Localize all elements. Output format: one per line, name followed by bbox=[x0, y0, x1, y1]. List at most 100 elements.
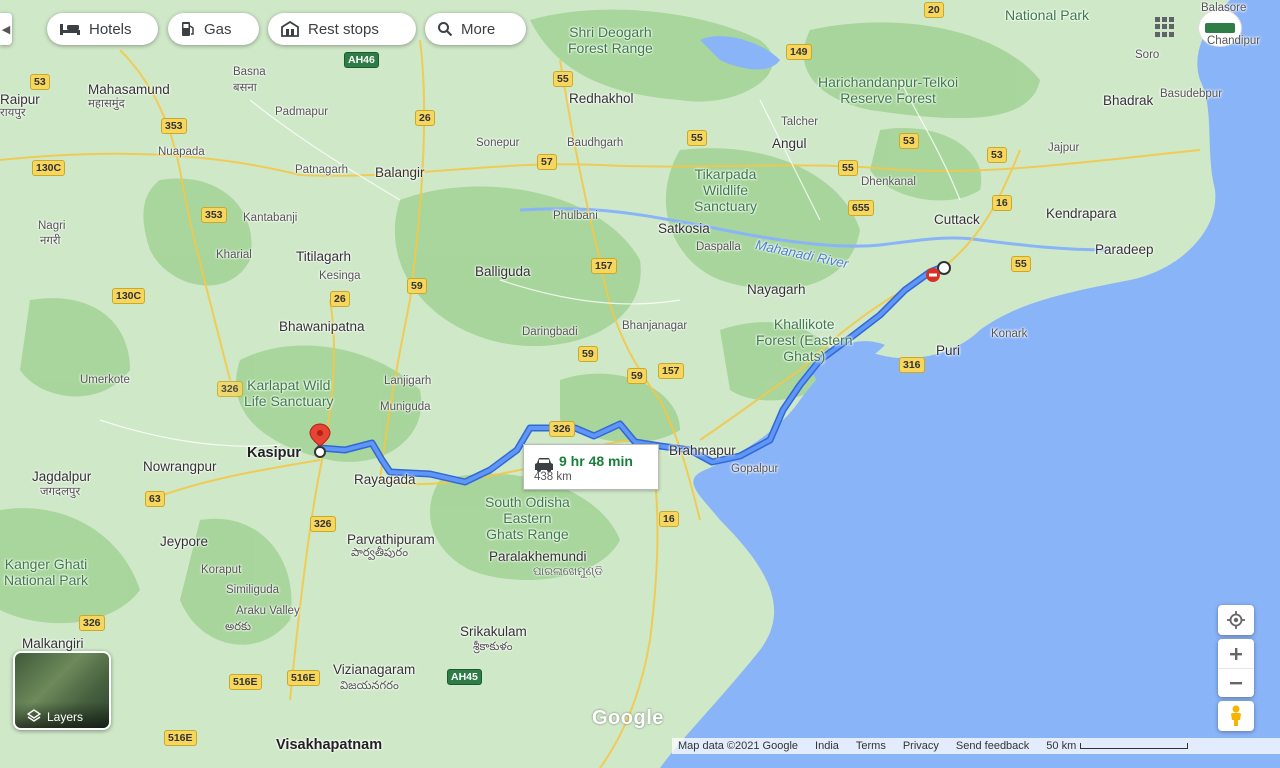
label-patnagarh: Patnagarh bbox=[295, 164, 349, 176]
layers-button[interactable]: Layers bbox=[13, 651, 111, 730]
route-info-card[interactable]: 9 hr 48 min 438 km bbox=[523, 444, 659, 490]
destination-marker[interactable] bbox=[937, 261, 951, 275]
hotels-chip[interactable]: Hotels bbox=[47, 13, 158, 45]
label-brahmapur: Brahmapur bbox=[669, 443, 736, 458]
search-icon bbox=[438, 22, 453, 37]
country-link[interactable]: India bbox=[815, 740, 839, 752]
label-vizianagaram: Vizianagaram bbox=[333, 662, 416, 677]
label-angul: Angul bbox=[772, 136, 807, 151]
label-daringbadi: Daringbadi bbox=[522, 326, 578, 338]
label-koraput: Koraput bbox=[201, 564, 242, 576]
highway-shield: 516E bbox=[229, 674, 262, 690]
label-jagdalpur: Jagdalpur bbox=[32, 469, 92, 484]
label-srikakulam-local: శ్రీకాకుళం bbox=[473, 641, 513, 653]
gas-chip[interactable]: Gas bbox=[168, 13, 259, 45]
terms-link[interactable]: Terms bbox=[856, 740, 886, 752]
highway-shield: AH45 bbox=[447, 669, 482, 685]
highway-shield: 516E bbox=[164, 730, 197, 746]
label-harichandanpur-forest: Harichandanpur-Telkoi Reserve Forest bbox=[818, 74, 959, 106]
hotels-chip-label: Hotels bbox=[89, 20, 132, 38]
highway-shield: 59 bbox=[578, 346, 598, 362]
route-distance: 438 km bbox=[534, 471, 572, 483]
highway-shield: 57 bbox=[537, 154, 557, 170]
scale-bar[interactable]: 50 km bbox=[1046, 740, 1189, 752]
scale-line bbox=[1080, 743, 1189, 749]
highway-shield: 16 bbox=[992, 195, 1012, 211]
layers-label: Layers bbox=[47, 710, 84, 724]
highway-shield: 26 bbox=[415, 110, 435, 126]
more-chip-label: More bbox=[461, 20, 496, 38]
map-canvas[interactable] bbox=[0, 0, 1280, 768]
label-shri-deogarh-forest: Shri Deogarh Forest Range bbox=[568, 24, 653, 56]
label-basudebpur: Basudebpur bbox=[1160, 88, 1223, 100]
highway-shield: 326 bbox=[310, 516, 336, 532]
collapse-panel-button[interactable]: ◀ bbox=[0, 13, 12, 45]
label-cuttack: Cuttack bbox=[934, 212, 980, 227]
rest-stop-icon bbox=[281, 21, 299, 37]
label-balangir: Balangir bbox=[375, 165, 425, 180]
label-bhanjanagar: Bhanjanagar bbox=[622, 320, 688, 332]
more-chip[interactable]: More bbox=[425, 13, 526, 45]
chevron-left-icon: ◀ bbox=[1, 23, 11, 36]
scale-label: 50 km bbox=[1046, 740, 1077, 752]
privacy-link[interactable]: Privacy bbox=[903, 740, 939, 752]
highway-shield: 53 bbox=[987, 147, 1007, 163]
highway-shield: 130C bbox=[112, 288, 146, 304]
label-dhenkanal: Dhenkanal bbox=[861, 176, 916, 188]
map-data-attribution: Map data ©2021 Google bbox=[678, 740, 799, 752]
highway-shield: 59 bbox=[407, 278, 427, 294]
label-baudhgarh: Baudhgarh bbox=[567, 137, 624, 149]
label-visakhapatnam: Visakhapatnam bbox=[276, 737, 383, 753]
label-muniguda: Muniguda bbox=[380, 401, 431, 413]
rest-stops-chip[interactable]: Rest stops bbox=[268, 13, 416, 45]
label-daspalla: Daspalla bbox=[696, 241, 741, 253]
route-duration: 9 hr 48 min bbox=[559, 453, 633, 469]
highway-shield: 149 bbox=[786, 44, 812, 60]
highway-shield: 353 bbox=[161, 118, 187, 134]
highway-shield: 157 bbox=[591, 258, 617, 274]
highway-shield: 63 bbox=[145, 491, 165, 507]
apps-grid-icon[interactable] bbox=[1155, 17, 1175, 37]
label-satkosia: Satkosia bbox=[658, 221, 710, 236]
gas-pump-icon bbox=[182, 22, 194, 36]
label-jeypore: Jeypore bbox=[160, 534, 209, 549]
street-view-button[interactable] bbox=[1218, 701, 1254, 731]
label-kantabanji: Kantabanji bbox=[243, 212, 298, 224]
label-paralakhemundi-local: ପାରଳାଖେମୁଣ୍ଡି bbox=[533, 566, 603, 578]
highway-shield: 326 bbox=[549, 421, 575, 437]
plus-icon bbox=[1230, 647, 1242, 660]
highway-shield: 59 bbox=[627, 368, 647, 384]
label-lanjigarh: Lanjigarh bbox=[384, 375, 432, 387]
label-nagri-local: नगरी bbox=[40, 235, 61, 247]
highway-shield: 26 bbox=[330, 291, 350, 307]
minus-icon bbox=[1230, 681, 1242, 684]
zoom-out-button[interactable] bbox=[1218, 669, 1254, 697]
bed-icon bbox=[60, 24, 80, 35]
label-kanger-ghati-park: Kanger Ghati National Park bbox=[4, 556, 89, 588]
label-titilagarh: Titilagarh bbox=[296, 249, 352, 264]
highway-shield: 55 bbox=[838, 160, 858, 176]
highway-shield: 55 bbox=[1011, 256, 1031, 272]
label-nuapada: Nuapada bbox=[158, 146, 205, 158]
highway-shield: 157 bbox=[658, 363, 684, 379]
label-vizianagaram-local: విజయనగరం bbox=[340, 680, 399, 692]
map-footer: Map data ©2021 Google India Terms Privac… bbox=[672, 738, 1280, 754]
label-nayagarh: Nayagarh bbox=[747, 282, 806, 297]
label-srikakulam: Srikakulam bbox=[460, 624, 527, 639]
label-kharial: Kharial bbox=[216, 249, 252, 261]
highway-shield: 316 bbox=[899, 357, 925, 373]
my-location-button[interactable] bbox=[1218, 605, 1254, 635]
layers-icon bbox=[27, 709, 41, 722]
label-nowrangpur: Nowrangpur bbox=[143, 459, 217, 474]
label-chandipur: Chandipur bbox=[1207, 35, 1261, 47]
highway-shield: 655 bbox=[848, 200, 874, 216]
label-araku-valley: Araku Valley bbox=[236, 605, 300, 617]
send-feedback-link[interactable]: Send feedback bbox=[956, 740, 1029, 752]
label-raipur: Raipur bbox=[0, 92, 40, 107]
label-balliguda: Balliguda bbox=[475, 264, 531, 279]
zoom-in-button[interactable] bbox=[1218, 640, 1254, 669]
label-malkangiri: Malkangiri bbox=[22, 636, 84, 651]
label-padmapur: Padmapur bbox=[275, 106, 329, 118]
google-logo: Google bbox=[592, 707, 664, 729]
label-raipur-local: रायपुर bbox=[0, 107, 26, 119]
